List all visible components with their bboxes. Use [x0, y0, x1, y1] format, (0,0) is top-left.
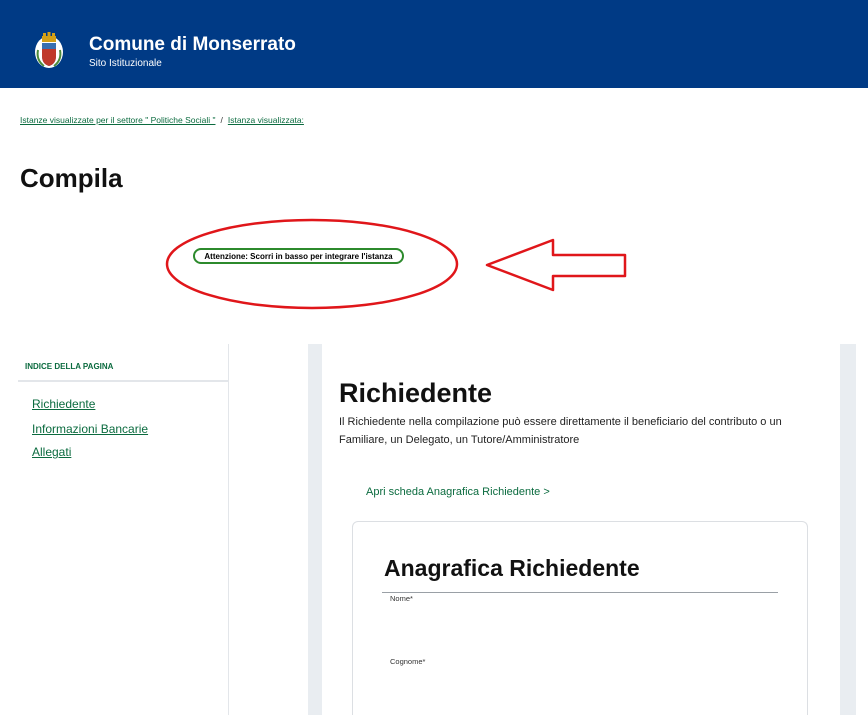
site-subtitle: Sito Istituzionale — [89, 58, 162, 69]
nome-field-underline[interactable] — [382, 592, 778, 593]
toc-item-informazioni-bancarie[interactable]: Informazioni Bancarie — [32, 422, 148, 436]
breadcrumb-link-istanza[interactable]: Istanza visualizzata: — [228, 115, 304, 125]
toc-title: INDICE DELLA PAGINA — [25, 362, 114, 371]
open-anagrafica-link[interactable]: Apri scheda Anagrafica Richiedente > — [366, 486, 550, 498]
toc-divider — [18, 380, 228, 382]
page-title: Compila — [20, 163, 123, 193]
breadcrumb-separator: / — [220, 115, 223, 125]
site-title[interactable]: Comune di Monserrato — [89, 34, 296, 56]
anagrafica-title: Anagrafica Richiedente — [384, 555, 640, 581]
annotation-arrow-icon — [485, 238, 627, 292]
anagrafica-card — [352, 521, 808, 715]
toc-item-allegati[interactable]: Allegati — [32, 445, 71, 459]
scroll-alert: Attenzione: Scorri in basso per integrar… — [193, 248, 404, 264]
cognome-field-label: Cognome* — [390, 657, 426, 666]
scroll-alert-text: Attenzione: Scorri in basso per integrar… — [204, 251, 393, 261]
nome-field-label: Nome* — [390, 594, 413, 603]
coat-of-arms-icon[interactable] — [34, 30, 64, 70]
site-header: Comune di Monserrato Sito Istituzionale — [0, 0, 868, 88]
breadcrumb-link-politiche-sociali[interactable]: Istanze visualizzate per il settore " Po… — [20, 115, 215, 125]
section-description: Il Richiedente nella compilazione può es… — [339, 416, 782, 446]
toc-item-richiedente[interactable]: Richiedente — [32, 397, 95, 411]
toc-border — [228, 344, 229, 715]
section-title: Richiedente — [339, 378, 493, 408]
annotation-ellipse — [165, 218, 459, 310]
breadcrumb: Istanze visualizzate per il settore " Po… — [20, 115, 304, 125]
